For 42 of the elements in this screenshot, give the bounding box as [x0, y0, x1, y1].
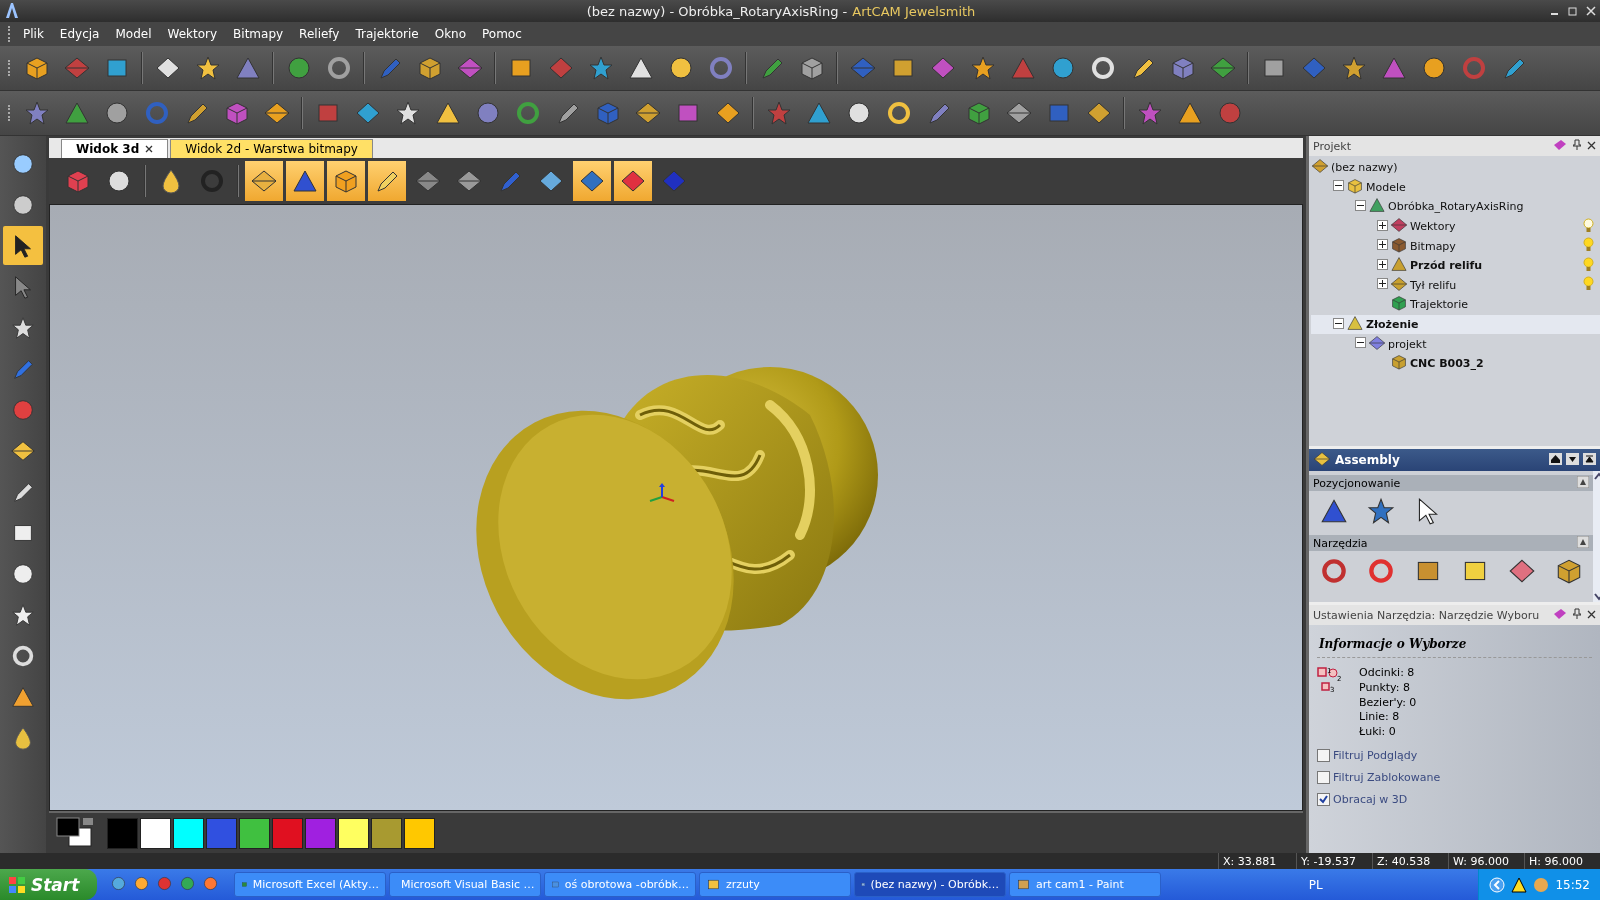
menu-item[interactable]: Plik	[15, 25, 52, 43]
view-tab[interactable]: Widok 3d	[61, 139, 169, 158]
menu-item[interactable]: Bitmapy	[225, 25, 292, 43]
tree-row[interactable]: CNC B003_2	[1311, 353, 1600, 374]
view-tab[interactable]: Widok 2d - Warstwa bitmapy	[170, 139, 373, 158]
checkbox-label[interactable]: Filtruj Podglądy	[1333, 749, 1418, 762]
menu-item[interactable]: Trajektorie	[347, 25, 427, 43]
app-name: ArtCAM Jewelsmith	[852, 3, 976, 19]
checkbox-label[interactable]: Obracaj w 3D	[1333, 793, 1408, 806]
taskbar-button[interactable]: (bez nazwy) - Obróbk…	[854, 872, 1006, 897]
tree-row[interactable]: Bitmapy	[1311, 236, 1600, 256]
tree-row[interactable]: Złożenie	[1311, 314, 1600, 335]
menu-item[interactable]: Reliefy	[291, 25, 348, 43]
section-title: Pozycjonowanie	[1313, 476, 1401, 490]
tree-row[interactable]: projekt	[1311, 334, 1600, 354]
menu-item[interactable]: Edycja	[51, 25, 108, 43]
tree-row[interactable]: Obróbka_RotaryAxisRing	[1311, 197, 1600, 217]
section-heading: Informacje o Wyborze	[1317, 633, 1592, 658]
start-button[interactable]: Start	[0, 869, 97, 900]
stat-text: Linie: 8	[1359, 710, 1401, 726]
stat-text: Łuki: 0	[1359, 725, 1397, 740]
menu-item[interactable]: Wektory	[159, 25, 226, 43]
menu-item[interactable]: Pomoc	[474, 25, 530, 43]
panel-title: Projekt	[1313, 139, 1352, 153]
panel-title: Ustawienia Narzędzia: Narzędzie Wyboru	[1313, 608, 1541, 622]
language-indicator[interactable]: PL	[1308, 877, 1331, 892]
tree-row[interactable]: Tył relifu	[1311, 275, 1600, 296]
stat-text: Odcinki: 8	[1359, 666, 1416, 681]
stat-text: Punkty: 8	[1359, 680, 1411, 696]
menu-item[interactable]: Model	[107, 25, 160, 43]
tree-row[interactable]: Przód relifu	[1311, 255, 1600, 276]
stat-text: Bezier'y: 0	[1359, 695, 1417, 711]
tree-row[interactable]: (bez nazwy)	[1311, 158, 1600, 178]
section-title: Narzędzia	[1313, 536, 1368, 550]
window-title: (bez nazwy) - Obróbka_RotaryAxisRing -	[586, 3, 848, 19]
panel-title: Assembly	[1335, 453, 1401, 467]
tree-row[interactable]: Wektory	[1311, 216, 1600, 237]
clock: 15:52	[1555, 877, 1590, 892]
tree-row[interactable]: Modele	[1311, 177, 1600, 198]
tree-row[interactable]: Trajektorie	[1311, 295, 1600, 315]
menu-item[interactable]: Okno	[426, 25, 475, 43]
checkbox-label[interactable]: Filtruj Zablokowane	[1333, 771, 1441, 784]
